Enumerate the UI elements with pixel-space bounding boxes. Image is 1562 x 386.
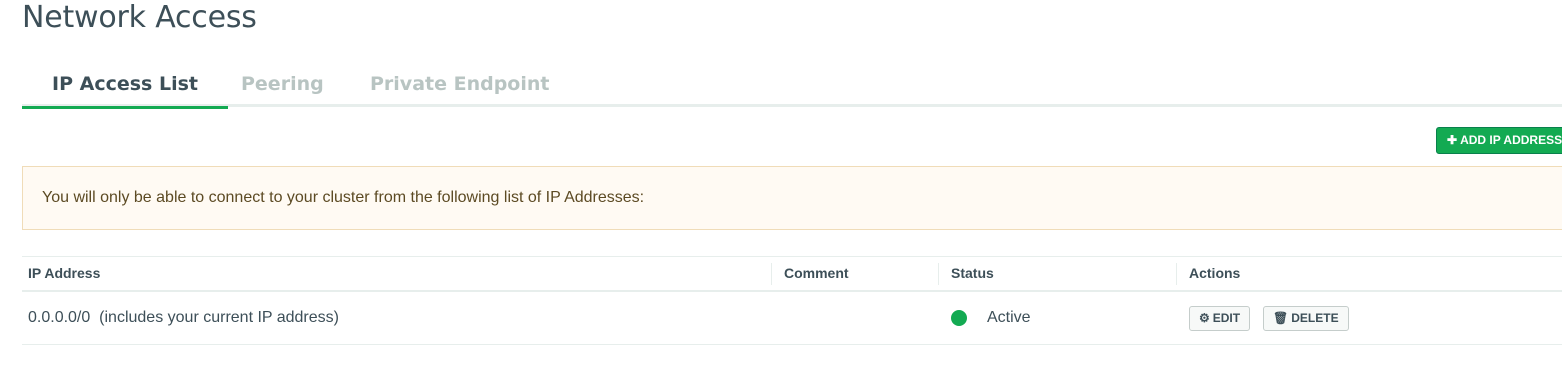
column-header-comment: Comment [784,265,849,281]
ip-access-table: IP Address Comment Status Actions 0.0.0.… [22,256,1562,345]
add-ip-address-button[interactable]: ✚ ADD IP ADDRESS [1436,127,1562,154]
plus-icon: ✚ [1447,133,1458,147]
column-divider [938,263,939,285]
column-header-actions: Actions [1189,265,1241,281]
column-header-status: Status [951,265,994,281]
info-banner: You will only be able to connect to your… [22,166,1562,230]
delete-button[interactable]: 🗑 DELETE [1263,306,1349,331]
column-header-ip-address: IP Address [28,265,101,281]
column-divider [771,263,772,285]
banner-text: You will only be able to connect to your… [42,189,645,206]
edit-button[interactable]: ⚙ EDIT [1189,306,1251,331]
table-row: 0.0.0.0/0 (includes your current IP addr… [22,292,1562,345]
ip-address-cell: 0.0.0.0/0 (includes your current IP addr… [28,309,339,326]
add-ip-address-label: ADD IP ADDRESS [1460,133,1562,147]
edit-label: EDIT [1212,311,1241,325]
tab-private-endpoint[interactable]: Private Endpoint [370,68,549,104]
delete-label: DELETE [1291,311,1339,325]
column-divider [1176,263,1177,285]
page-title: Network Access [22,0,257,35]
tab-bar: IP Access List Peering Private Endpoint [22,68,1562,109]
tab-peering[interactable]: Peering [241,68,324,104]
table-header: IP Address Comment Status Actions [22,256,1562,292]
status-indicator-dot [951,310,967,326]
trash-icon: 🗑 [1273,311,1289,325]
gear-icon: ⚙ [1199,311,1210,325]
status-cell: Active [987,309,1031,326]
tab-ip-access-list[interactable]: IP Access List [22,68,228,109]
